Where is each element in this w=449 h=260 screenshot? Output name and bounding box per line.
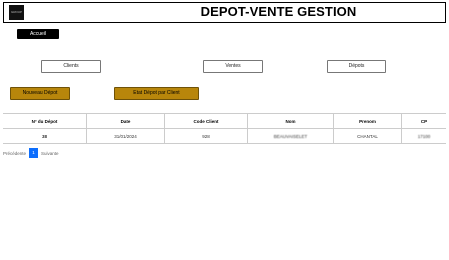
table-row[interactable]: 38 31/01/2024 928 BEAUVAISELET CHANTAL 1… xyxy=(3,128,446,144)
page-number-current[interactable]: 1 xyxy=(29,148,39,158)
column-header[interactable]: CP xyxy=(401,113,446,129)
previous-page-link[interactable]: Précédente xyxy=(3,151,26,156)
page-title: DEPOT-VENTE GESTION xyxy=(200,4,357,19)
column-header[interactable]: Date xyxy=(86,113,165,129)
depots-button[interactable]: Dépots xyxy=(327,60,386,73)
table-header-row: N° du Dépot Date Code Client Nom Prenom … xyxy=(3,113,446,129)
cell-date: 31/01/2024 xyxy=(86,128,165,144)
column-header[interactable]: Prenom xyxy=(333,113,402,129)
ventes-button[interactable]: Ventes xyxy=(203,60,263,73)
clients-button[interactable]: Clients xyxy=(41,60,101,73)
cell-cp: 17100 xyxy=(401,128,446,144)
home-button[interactable]: Accueil xyxy=(17,29,59,39)
app-header: GROUP DEPOT-VENTE GESTION xyxy=(3,2,446,23)
column-header[interactable]: Nom xyxy=(247,113,334,129)
cell-prenom: CHANTAL xyxy=(333,128,402,144)
depots-table: N° du Dépot Date Code Client Nom Prenom … xyxy=(3,113,446,144)
column-header[interactable]: N° du Dépot xyxy=(3,113,87,129)
new-depot-button[interactable]: Nouveau Dépot xyxy=(10,87,70,100)
next-page-link[interactable]: Suivante xyxy=(41,151,59,156)
cell-nom: BEAUVAISELET xyxy=(247,128,334,144)
etat-depot-button[interactable]: Etat Dépot par Client xyxy=(114,87,199,100)
column-header[interactable]: Code Client xyxy=(164,113,248,129)
cell-code-client: 928 xyxy=(164,128,248,144)
cell-depot: 38 xyxy=(3,128,87,144)
pagination: Précédente 1 Suivante xyxy=(3,148,59,158)
